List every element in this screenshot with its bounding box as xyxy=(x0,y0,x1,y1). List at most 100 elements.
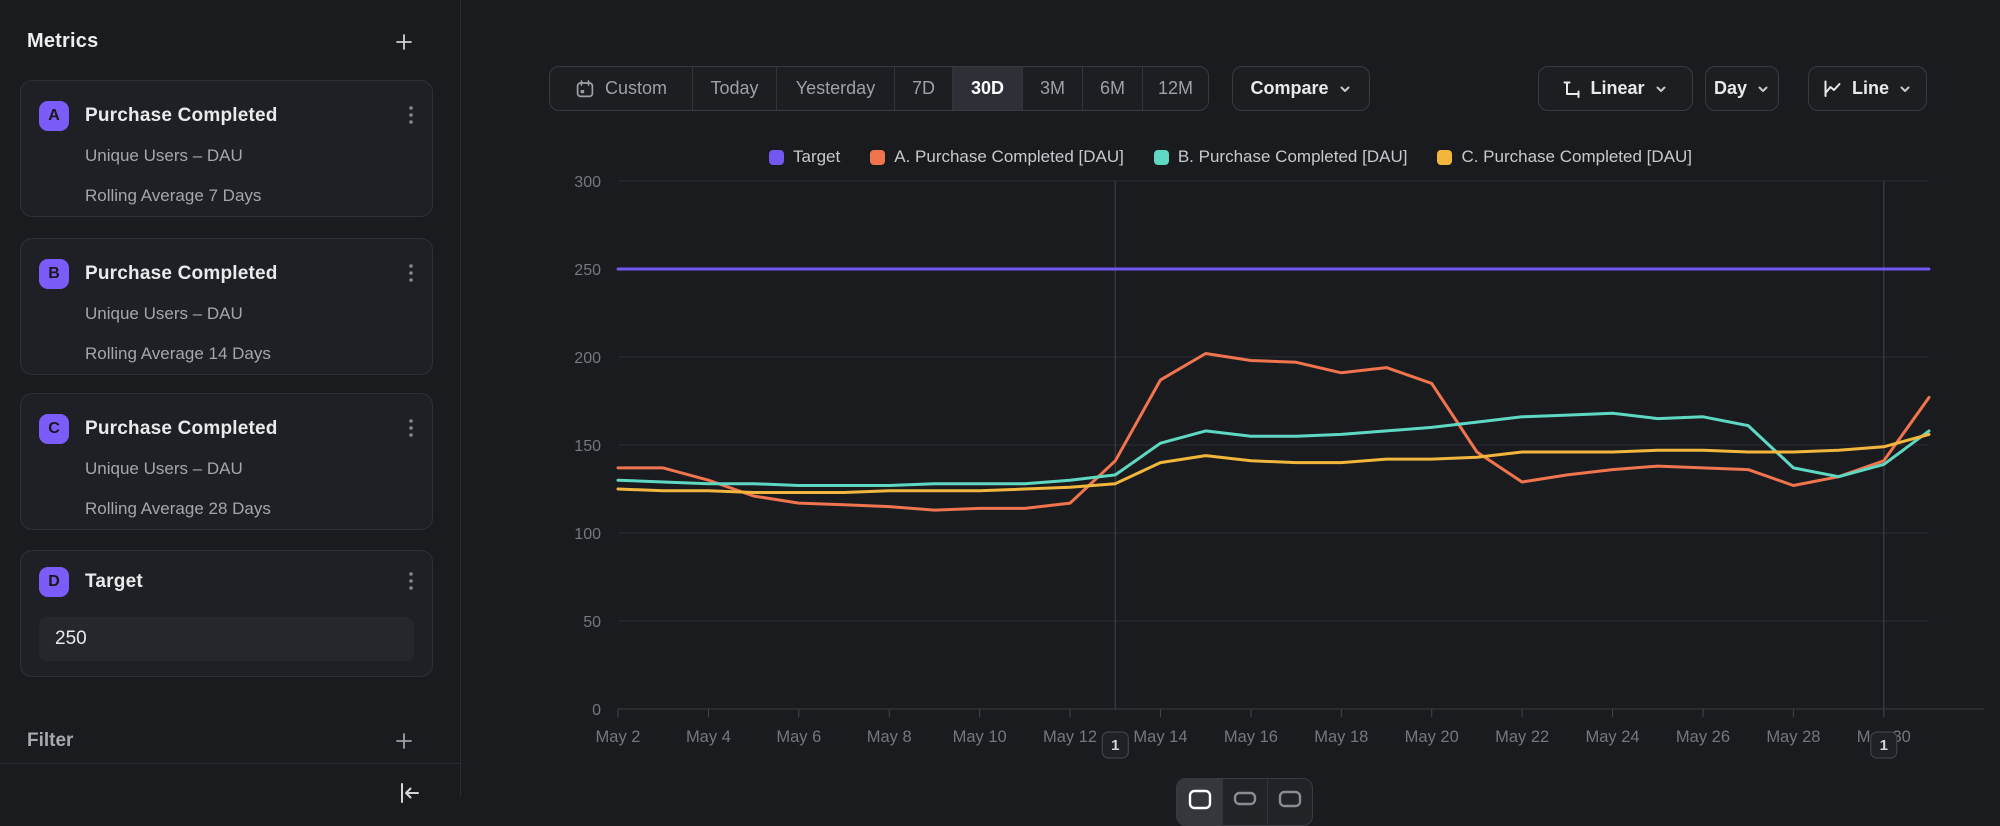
y-tick-label: 50 xyxy=(583,614,601,631)
metric-card-b[interactable]: B Purchase Completed Unique Users – DAU … xyxy=(20,238,433,375)
y-tick-label: 250 xyxy=(574,262,601,279)
filter-label: Filter xyxy=(27,730,73,752)
chart-size-option-large[interactable] xyxy=(1177,779,1222,825)
x-tick-label: May 4 xyxy=(686,728,731,746)
chart-size-large-icon xyxy=(1187,788,1213,812)
range-label: 3M xyxy=(1040,78,1065,99)
chart-size-medium-icon xyxy=(1232,788,1258,812)
compare-label: Compare xyxy=(1250,78,1328,99)
metric-badge-d: D xyxy=(39,567,69,597)
kebab-menu-icon xyxy=(408,417,414,441)
x-tick-label: May 26 xyxy=(1676,728,1730,746)
range-label: Today xyxy=(710,78,758,99)
plus-icon xyxy=(394,32,414,52)
metric-menu-button[interactable] xyxy=(408,417,414,441)
x-tick-label: May 20 xyxy=(1405,728,1459,746)
range-yesterday[interactable]: Yesterday xyxy=(776,67,894,110)
chart-canvas[interactable]: 0 50 100 150 200 250 300 May 2 May 4 May 6 May 8 Ma… xyxy=(461,130,2000,796)
metric-transform: Rolling Average 14 Days xyxy=(85,344,414,364)
range-label: 6M xyxy=(1100,78,1125,99)
x-tick-label: May 14 xyxy=(1133,728,1187,746)
collapse-sidebar-button[interactable] xyxy=(396,780,422,806)
kebab-menu-icon xyxy=(408,570,414,594)
chart-size-small-icon xyxy=(1277,788,1303,812)
kebab-menu-icon xyxy=(408,104,414,128)
range-12m[interactable]: 12M xyxy=(1142,67,1208,110)
chevron-down-icon xyxy=(1654,82,1668,96)
y-tick-label: 150 xyxy=(574,438,601,455)
chevron-down-icon xyxy=(1756,82,1770,96)
range-custom[interactable]: Custom xyxy=(550,67,692,110)
metric-menu-button[interactable] xyxy=(408,570,414,594)
add-filter-button[interactable] xyxy=(394,731,414,751)
x-tick-label: May 16 xyxy=(1224,728,1278,746)
range-label: 7D xyxy=(912,78,935,99)
metrics-sidebar: Metrics A Purchase Completed Unique User… xyxy=(0,0,461,796)
x-tick-label: May 22 xyxy=(1495,728,1549,746)
x-tick-label: May 18 xyxy=(1314,728,1368,746)
range-label: 12M xyxy=(1158,78,1193,99)
calendar-icon xyxy=(575,79,595,99)
filter-section: Filter xyxy=(27,730,414,752)
annotation-badge-label: 1 xyxy=(1880,737,1888,754)
range-30d-active[interactable]: 30D xyxy=(952,67,1022,110)
interval-select-button[interactable]: Day xyxy=(1705,66,1779,111)
annotation-badge-label: 1 xyxy=(1111,737,1119,754)
metric-menu-button[interactable] xyxy=(408,262,414,286)
y-tick-label: 100 xyxy=(574,526,601,543)
metric-measure: Unique Users – DAU xyxy=(85,459,414,479)
series-line-b xyxy=(618,413,1929,485)
target-value-input[interactable] xyxy=(39,617,414,661)
compare-button[interactable]: Compare xyxy=(1232,66,1370,111)
metric-measure: Unique Users – DAU xyxy=(85,304,414,324)
y-tick-label: 200 xyxy=(574,350,601,367)
collapse-left-icon xyxy=(396,780,422,806)
add-metric-button[interactable] xyxy=(394,32,414,52)
chart-type-label: Line xyxy=(1852,78,1889,99)
x-tick-label: May 6 xyxy=(776,728,821,746)
x-tick-label: May 28 xyxy=(1766,728,1820,746)
range-6m[interactable]: 6M xyxy=(1082,67,1142,110)
metric-title: Purchase Completed xyxy=(85,418,392,440)
range-3m[interactable]: 3M xyxy=(1022,67,1082,110)
scale-select-button[interactable]: Linear xyxy=(1538,66,1693,111)
target-card[interactable]: D Target xyxy=(20,550,433,677)
chart-type-select-button[interactable]: Line xyxy=(1808,66,1927,111)
range-label: Yesterday xyxy=(796,78,875,99)
chevron-down-icon xyxy=(1338,82,1352,96)
range-today[interactable]: Today xyxy=(692,67,776,110)
scale-label: Linear xyxy=(1590,78,1644,99)
chart-size-option-small[interactable] xyxy=(1267,779,1312,825)
chart-size-option-medium[interactable] xyxy=(1222,779,1267,825)
metric-title: Purchase Completed xyxy=(85,263,392,285)
x-tick-label: May 8 xyxy=(867,728,912,746)
sidebar-title: Metrics xyxy=(27,30,98,53)
metric-badge-b: B xyxy=(39,259,69,289)
chevron-down-icon xyxy=(1898,82,1912,96)
sidebar-header: Metrics xyxy=(27,30,414,53)
x-tick-label: May 10 xyxy=(953,728,1007,746)
range-label: 30D xyxy=(971,78,1004,99)
line-chart-icon xyxy=(1823,80,1843,98)
sidebar-footer-divider xyxy=(0,763,460,764)
linear-axes-icon xyxy=(1563,80,1581,98)
interval-label: Day xyxy=(1714,78,1747,99)
x-tick-label: May 12 xyxy=(1043,728,1097,746)
kebab-menu-icon xyxy=(408,262,414,286)
metric-card-a[interactable]: A Purchase Completed Unique Users – DAU … xyxy=(20,80,433,217)
metric-badge-a: A xyxy=(39,101,69,131)
y-tick-label: 0 xyxy=(592,702,601,719)
target-title: Target xyxy=(85,571,392,593)
metric-title: Purchase Completed xyxy=(85,105,392,127)
y-tick-label: 300 xyxy=(574,174,601,191)
metric-badge-c: C xyxy=(39,414,69,444)
range-7d[interactable]: 7D xyxy=(894,67,952,110)
range-label: Custom xyxy=(605,78,667,99)
x-tick-label: May 2 xyxy=(596,728,641,746)
series-line-c xyxy=(618,434,1929,492)
metric-card-c[interactable]: C Purchase Completed Unique Users – DAU … xyxy=(20,393,433,530)
metric-measure: Unique Users – DAU xyxy=(85,146,414,166)
metric-transform: Rolling Average 28 Days xyxy=(85,499,414,519)
metric-menu-button[interactable] xyxy=(408,104,414,128)
plus-icon xyxy=(394,731,414,751)
